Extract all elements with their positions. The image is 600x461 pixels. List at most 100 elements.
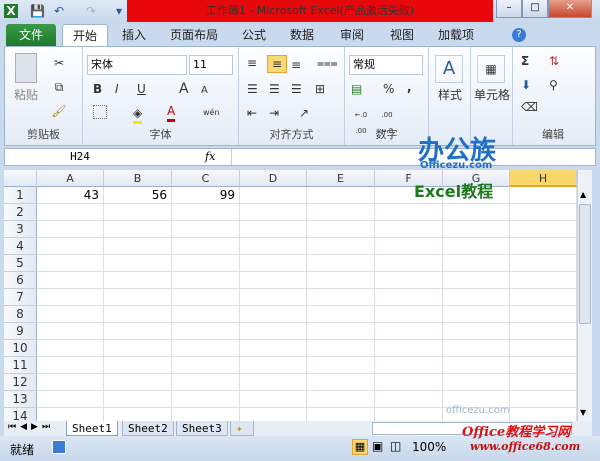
- cell-B11[interactable]: [104, 357, 172, 374]
- bold-button[interactable]: B: [93, 81, 102, 97]
- grow-font-button[interactable]: A: [179, 81, 189, 97]
- cell-E2[interactable]: [307, 204, 375, 221]
- cell-E13[interactable]: [307, 391, 375, 408]
- cut-icon[interactable]: ✂: [51, 55, 67, 71]
- copy-icon[interactable]: ⧉: [51, 79, 67, 95]
- close-button[interactable]: ✕: [548, 0, 592, 18]
- cell-D8[interactable]: [240, 306, 307, 323]
- number-format-select[interactable]: 常规: [349, 55, 423, 75]
- cell-B10[interactable]: [104, 340, 172, 357]
- cell-A3[interactable]: [37, 221, 104, 238]
- row-header-2[interactable]: 2: [4, 204, 37, 221]
- cell-H3[interactable]: [510, 221, 577, 238]
- cell-H11[interactable]: [510, 357, 577, 374]
- cell-B7[interactable]: [104, 289, 172, 306]
- cell-E7[interactable]: [307, 289, 375, 306]
- sheet-tab-sheet1[interactable]: Sheet1: [66, 421, 118, 436]
- comma-button[interactable]: ,: [407, 79, 412, 95]
- cell-G12[interactable]: [443, 374, 510, 391]
- cell-D1[interactable]: [240, 187, 307, 204]
- cell-C7[interactable]: [172, 289, 240, 306]
- cell-E1[interactable]: [307, 187, 375, 204]
- vertical-scrollbar[interactable]: ▲ ▼: [577, 170, 592, 421]
- cell-D12[interactable]: [240, 374, 307, 391]
- orientation-icon[interactable]: ↗: [299, 105, 309, 121]
- phonetic-button[interactable]: wén: [203, 105, 220, 121]
- cell-E4[interactable]: [307, 238, 375, 255]
- italic-button[interactable]: I: [115, 81, 119, 97]
- font-size-select[interactable]: 11: [189, 55, 233, 75]
- row-header-3[interactable]: 3: [4, 221, 37, 238]
- tab-data[interactable]: 数据: [284, 24, 320, 46]
- cell-C6[interactable]: [172, 272, 240, 289]
- cell-B3[interactable]: [104, 221, 172, 238]
- redo-icon[interactable]: ↷: [84, 4, 98, 18]
- cell-B6[interactable]: [104, 272, 172, 289]
- cell-E11[interactable]: [307, 357, 375, 374]
- cell-G8[interactable]: [443, 306, 510, 323]
- cell-B1[interactable]: 56: [104, 187, 172, 204]
- column-header-B[interactable]: B: [104, 170, 172, 187]
- cell-G6[interactable]: [443, 272, 510, 289]
- cell-H8[interactable]: [510, 306, 577, 323]
- cell-D11[interactable]: [240, 357, 307, 374]
- cell-H13[interactable]: [510, 391, 577, 408]
- row-header-1[interactable]: 1: [4, 187, 37, 204]
- cell-G2[interactable]: [443, 204, 510, 221]
- merge-cells-icon[interactable]: ⊞: [315, 81, 325, 97]
- cell-D4[interactable]: [240, 238, 307, 255]
- cell-C9[interactable]: [172, 323, 240, 340]
- cell-F5[interactable]: [375, 255, 443, 272]
- row-header-10[interactable]: 10: [4, 340, 37, 357]
- cell-F9[interactable]: [375, 323, 443, 340]
- row-header-4[interactable]: 4: [4, 238, 37, 255]
- tab-insert[interactable]: 插入: [114, 24, 154, 46]
- cell-F6[interactable]: [375, 272, 443, 289]
- cell-A4[interactable]: [37, 238, 104, 255]
- tab-file[interactable]: 文件: [6, 24, 56, 46]
- macro-record-icon[interactable]: [52, 440, 66, 454]
- wrap-text-icon[interactable]: ⩶: [317, 55, 338, 71]
- cell-G9[interactable]: [443, 323, 510, 340]
- cell-G10[interactable]: [443, 340, 510, 357]
- cell-F2[interactable]: [375, 204, 443, 221]
- cell-H6[interactable]: [510, 272, 577, 289]
- cell-H12[interactable]: [510, 374, 577, 391]
- align-center-icon[interactable]: ☰: [269, 81, 280, 97]
- percent-button[interactable]: %: [383, 81, 394, 97]
- cell-A1[interactable]: 43: [37, 187, 104, 204]
- row-header-11[interactable]: 11: [4, 357, 37, 374]
- cell-F7[interactable]: [375, 289, 443, 306]
- row-header-8[interactable]: 8: [4, 306, 37, 323]
- save-icon[interactable]: 💾: [30, 4, 45, 18]
- cell-F8[interactable]: [375, 306, 443, 323]
- cell-G11[interactable]: [443, 357, 510, 374]
- cell-A12[interactable]: [37, 374, 104, 391]
- sheet-tab-sheet2[interactable]: Sheet2: [122, 421, 174, 436]
- column-header-C[interactable]: C: [172, 170, 240, 187]
- tab-formulas[interactable]: 公式: [236, 24, 272, 46]
- font-name-select[interactable]: 宋体: [87, 55, 187, 75]
- cell-B13[interactable]: [104, 391, 172, 408]
- column-header-D[interactable]: D: [240, 170, 307, 187]
- cell-H9[interactable]: [510, 323, 577, 340]
- insert-function-button[interactable]: fx: [205, 149, 229, 165]
- cell-C10[interactable]: [172, 340, 240, 357]
- column-header-A[interactable]: A: [37, 170, 104, 187]
- cell-D10[interactable]: [240, 340, 307, 357]
- decrease-indent-icon[interactable]: ⇤: [247, 105, 257, 121]
- row-header-5[interactable]: 5: [4, 255, 37, 272]
- border-icon[interactable]: [93, 105, 107, 119]
- customize-toolbar-icon[interactable]: ▾: [112, 4, 126, 18]
- row-header-9[interactable]: 9: [4, 323, 37, 340]
- cell-B12[interactable]: [104, 374, 172, 391]
- cell-H1[interactable]: [510, 187, 577, 204]
- row-header-7[interactable]: 7: [4, 289, 37, 306]
- normal-view-icon[interactable]: ▦: [352, 439, 368, 455]
- cell-D13[interactable]: [240, 391, 307, 408]
- find-select-icon[interactable]: ⚲: [549, 77, 558, 93]
- sort-filter-icon[interactable]: ⇅: [549, 53, 559, 69]
- cell-A8[interactable]: [37, 306, 104, 323]
- cell-D6[interactable]: [240, 272, 307, 289]
- scroll-down-icon[interactable]: ▼: [580, 408, 590, 418]
